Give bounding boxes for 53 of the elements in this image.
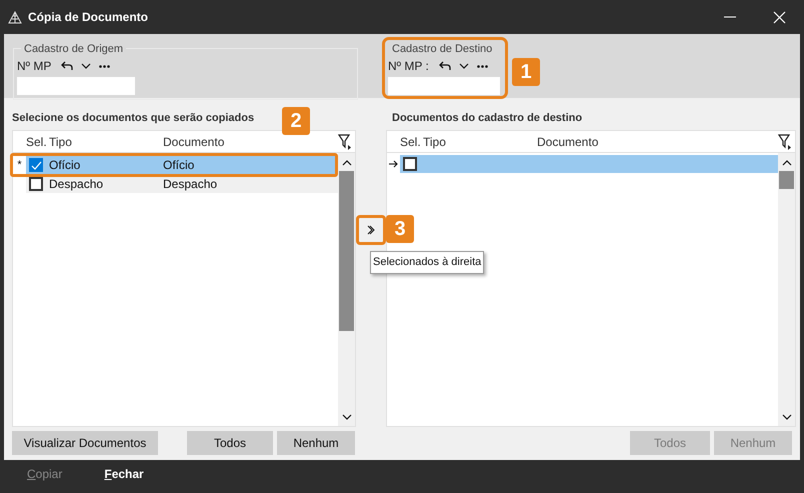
filter-icon[interactable] <box>778 134 792 150</box>
column-header[interactable]: Documento <box>163 132 335 150</box>
panel-title: Selecione os documentos que serão copiados <box>12 111 254 126</box>
column-header[interactable]: Sel. <box>400 132 423 150</box>
undo-icon <box>61 61 74 71</box>
callout-badge: 3 <box>386 215 414 243</box>
field-label: Nº MP : <box>388 58 429 75</box>
checkbox[interactable] <box>29 177 43 191</box>
checkbox[interactable] <box>29 158 43 172</box>
column-header[interactable]: Tipo <box>49 132 163 150</box>
chevron-up-icon[interactable] <box>342 160 352 166</box>
more-icon <box>99 64 110 68</box>
chevron-down-icon <box>458 63 469 69</box>
table-cell-text: Ofício <box>163 157 194 174</box>
chevron-down-icon <box>81 63 92 69</box>
close-icon[interactable] <box>773 10 786 24</box>
tooltip: Selecionados à direita <box>370 251 484 274</box>
table-row[interactable]: Ofício Ofício <box>26 156 335 174</box>
chevron-up-icon[interactable] <box>782 160 792 166</box>
double-chevron-right-icon <box>367 225 375 235</box>
table-cell-text: Despacho <box>163 176 218 193</box>
logo-icon <box>8 10 22 24</box>
action-button[interactable]: Todos <box>187 431 273 455</box>
column-header[interactable]: Sel. <box>26 132 49 150</box>
scrollbar-thumb[interactable] <box>339 171 354 331</box>
input-field[interactable] <box>17 77 135 95</box>
footer-button[interactable]: Fechar <box>104 464 144 482</box>
filter-icon[interactable] <box>338 134 352 150</box>
table-cell-text: Ofício <box>49 157 82 174</box>
row-marker: * <box>17 158 22 173</box>
column-header[interactable]: Documento <box>537 132 775 150</box>
scrollbar[interactable] <box>778 153 795 426</box>
column-header[interactable]: Tipo <box>423 132 537 150</box>
move-right-button[interactable] <box>356 215 386 245</box>
undo-icon <box>438 61 451 71</box>
action-button[interactable]: Nenhum <box>277 431 355 455</box>
field-label: Nº MP <box>17 58 52 75</box>
group-legend: Cadastro de Origem <box>21 41 126 58</box>
callout-badge: 1 <box>512 58 540 86</box>
group-legend: Cadastro de Destino <box>392 41 492 58</box>
more-icon <box>476 64 488 68</box>
scrollbar[interactable] <box>338 153 355 426</box>
panel-title: Documentos do cadastro de destino <box>392 111 582 126</box>
input-field[interactable] <box>388 77 500 95</box>
chevron-down-icon[interactable] <box>782 414 792 420</box>
scrollbar-thumb[interactable] <box>779 171 794 189</box>
table-cell-text: Despacho <box>49 176 104 193</box>
checkbox[interactable] <box>403 157 417 171</box>
minimize-icon[interactable] <box>724 16 736 18</box>
chevron-down-icon[interactable] <box>342 414 352 420</box>
window-title: Cópia de Documento <box>28 9 148 26</box>
action-button[interactable]: Visualizar Documentos <box>12 431 158 455</box>
callout-badge: 2 <box>282 106 310 134</box>
